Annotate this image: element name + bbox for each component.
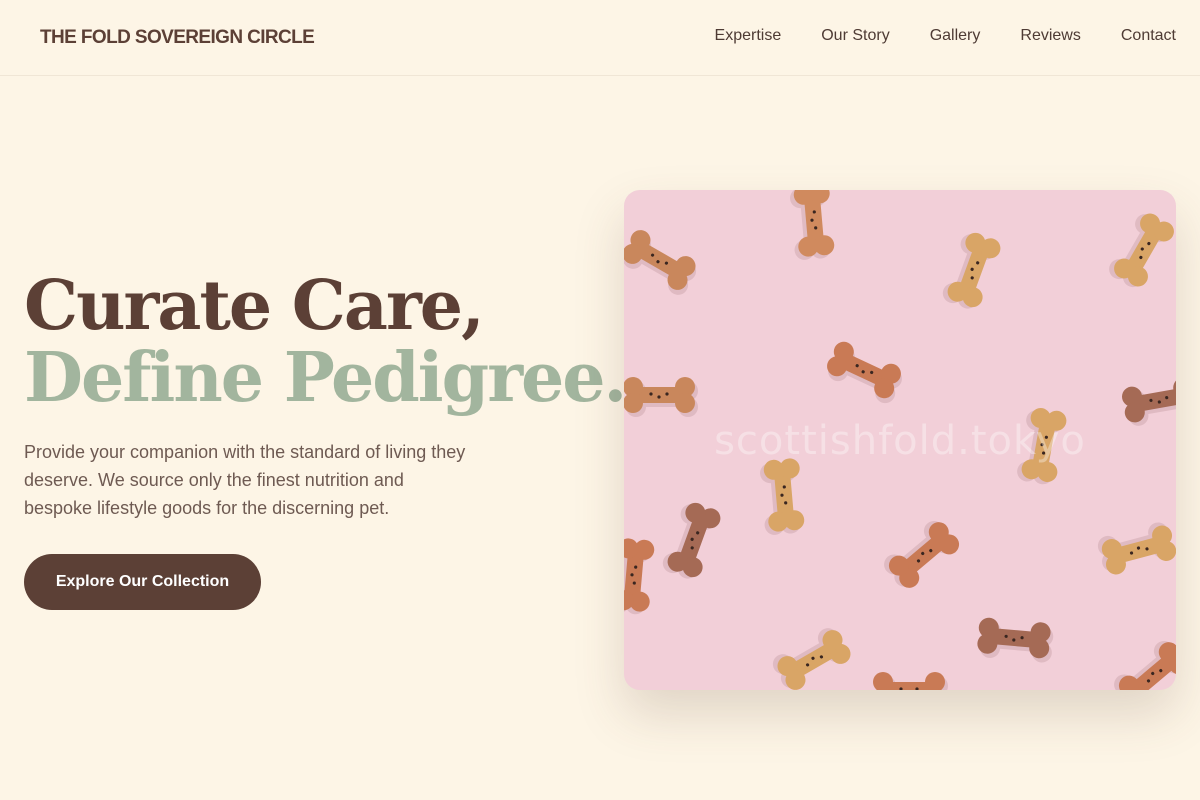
dog-biscuit xyxy=(624,538,655,615)
nav-link-reviews[interactable]: Reviews xyxy=(1020,27,1080,45)
dog-biscuit xyxy=(624,377,698,417)
hero-headline: Curate Care, Define Pedigree. xyxy=(24,266,627,418)
headline-line-1: Curate Care, xyxy=(24,266,485,346)
nav-link-expertise[interactable]: Expertise xyxy=(715,27,782,45)
dog-biscuit xyxy=(624,230,697,295)
dog-biscuit xyxy=(1109,213,1174,288)
dog-biscuit xyxy=(1114,641,1176,690)
image-watermark: scottishfold.tokyo xyxy=(714,418,1086,464)
hero-description: Provide your companion with the standard… xyxy=(24,442,466,518)
site-header: THE FOLD SOVEREIGN CIRCLE Expertise Our … xyxy=(0,0,1200,76)
nav-link-gallery[interactable]: Gallery xyxy=(930,27,981,45)
dog-biscuit xyxy=(662,502,721,579)
brand-logo[interactable]: THE FOLD SOVEREIGN CIRCLE xyxy=(40,27,315,49)
main-nav: Expertise Our Story Gallery Reviews Cont… xyxy=(715,27,1176,45)
hero-image-dog-biscuits: scottishfold.tokyo xyxy=(624,190,1176,690)
dog-biscuit xyxy=(790,190,835,260)
dog-biscuit xyxy=(827,341,902,404)
dog-biscuit xyxy=(772,628,851,690)
dog-biscuit xyxy=(760,458,805,535)
nav-link-our-story[interactable]: Our Story xyxy=(821,27,889,45)
dog-biscuit xyxy=(873,672,948,690)
explore-collection-button[interactable]: Explore Our Collection xyxy=(24,554,261,610)
dog-biscuit xyxy=(884,521,960,588)
headline-line-2: Define Pedigree. xyxy=(24,338,627,418)
dog-biscuit xyxy=(977,617,1054,663)
dog-biscuit xyxy=(1097,522,1176,575)
dog-biscuit xyxy=(942,232,1001,309)
nav-link-contact[interactable]: Contact xyxy=(1121,27,1176,45)
